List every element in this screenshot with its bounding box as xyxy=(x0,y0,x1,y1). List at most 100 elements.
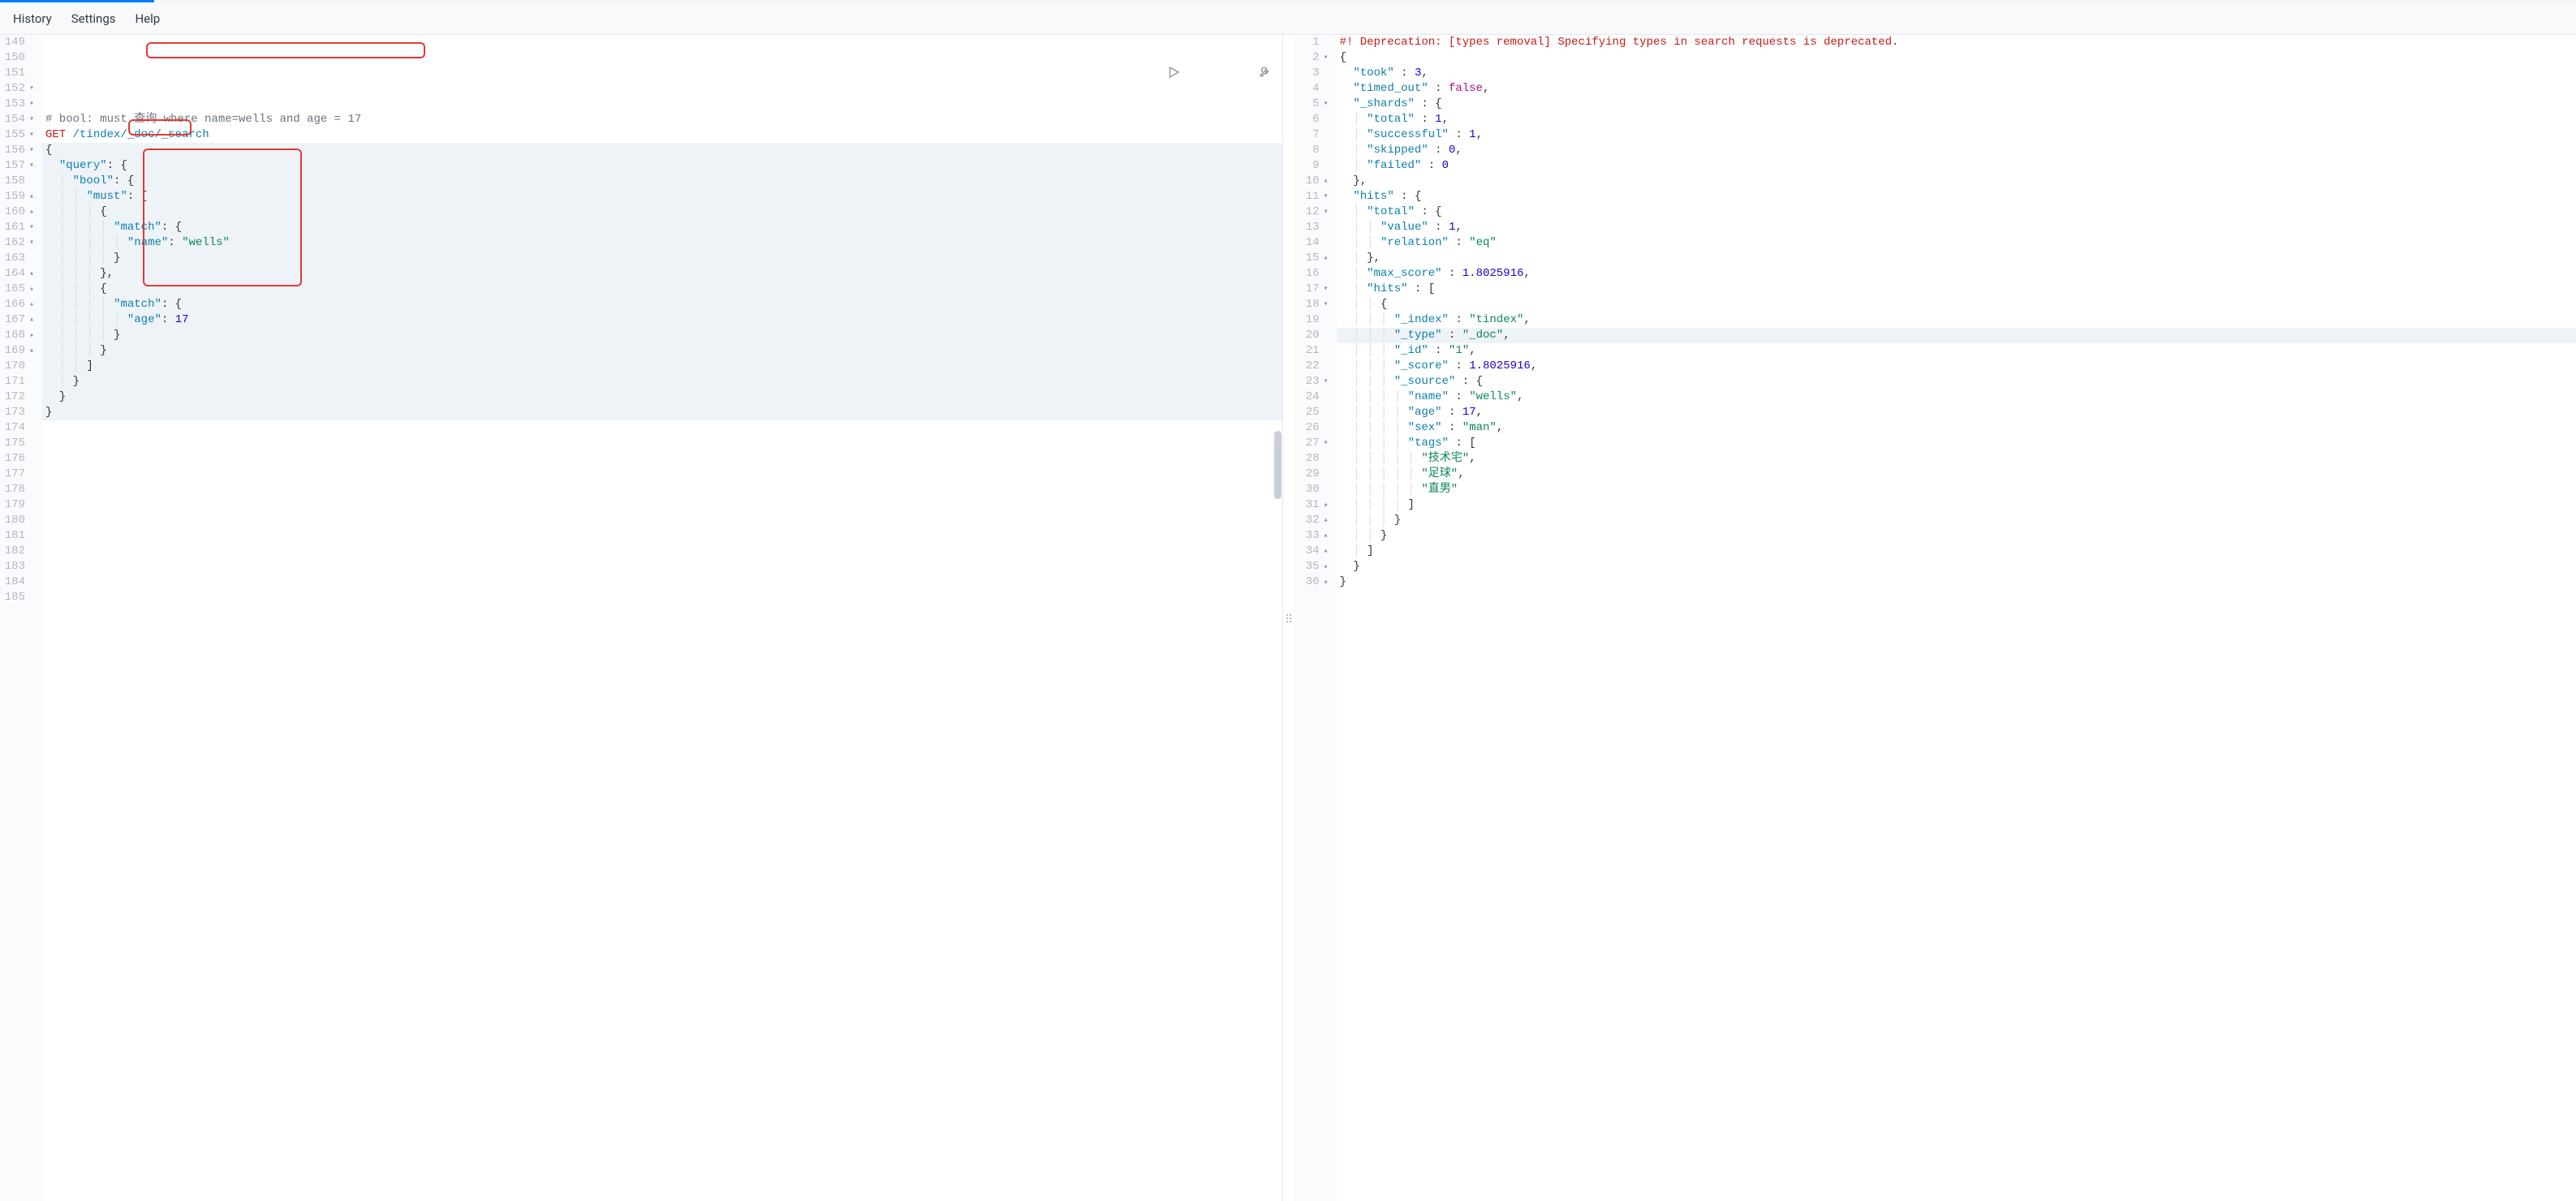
line-number[interactable]: 2▾ xyxy=(1298,50,1330,66)
line-number[interactable]: 32▴ xyxy=(1298,513,1330,528)
response-gutter[interactable]: 12▾345▾678910▴11▾12▾131415▴1617▾18▾19202… xyxy=(1294,35,1337,1201)
code-line[interactable]: │ │ │ "_index" : "tindex", xyxy=(1337,312,2576,328)
code-line[interactable]: │ }, xyxy=(1337,251,2576,266)
line-number[interactable]: 27▾ xyxy=(1298,436,1330,451)
run-query-icon[interactable] xyxy=(1098,50,1181,101)
code-line[interactable] xyxy=(42,436,1282,451)
code-line[interactable]: │ "failed" : 0 xyxy=(1337,158,2576,174)
code-line[interactable]: │ │ { xyxy=(1337,297,2576,312)
code-line[interactable]: │ │ │ │ │ "name": "wells" xyxy=(42,235,1282,251)
code-line[interactable]: "_shards" : { xyxy=(1337,97,2576,112)
line-number[interactable]: 16 xyxy=(1298,266,1330,282)
line-number[interactable]: 185 xyxy=(3,590,36,605)
line-number[interactable]: 15▴ xyxy=(1298,251,1330,266)
line-number[interactable]: 179 xyxy=(3,497,36,513)
line-number[interactable]: 182 xyxy=(3,544,36,559)
code-line[interactable]: │ │ │ }, xyxy=(42,266,1282,282)
code-line[interactable]: │ │ "relation" : "eq" xyxy=(1337,235,2576,251)
line-number[interactable]: 6 xyxy=(1298,112,1330,127)
code-line[interactable]: │ │ │ │ │ "足球", xyxy=(1337,467,2576,482)
code-line[interactable] xyxy=(42,528,1282,544)
line-number[interactable]: 162▾ xyxy=(3,235,36,251)
line-number[interactable]: 17▾ xyxy=(1298,282,1330,297)
code-line[interactable] xyxy=(42,482,1282,497)
line-number[interactable]: 167▴ xyxy=(3,312,36,328)
code-line[interactable]: │ │ │ │ │ "技术宅", xyxy=(1337,451,2576,467)
code-line[interactable] xyxy=(42,544,1282,559)
request-gutter[interactable]: 149150151152▾153▾154▾155▾156▾157▾158159▴… xyxy=(0,35,42,1201)
line-number[interactable]: 156▾ xyxy=(3,143,36,158)
line-number[interactable]: 14 xyxy=(1298,235,1330,251)
line-number[interactable]: 31▴ xyxy=(1298,497,1330,513)
code-line[interactable]: │ │ "value" : 1, xyxy=(1337,220,2576,235)
line-number[interactable]: 184 xyxy=(3,575,36,590)
line-number[interactable]: 154▾ xyxy=(3,112,36,127)
line-number[interactable]: 183 xyxy=(3,559,36,575)
code-line[interactable] xyxy=(42,97,1282,112)
line-number[interactable]: 153▾ xyxy=(3,97,36,112)
code-line[interactable]: } xyxy=(42,390,1282,405)
code-line[interactable]: │ │ │ "_source" : { xyxy=(1337,374,2576,390)
line-number[interactable]: 181 xyxy=(3,528,36,544)
code-line[interactable] xyxy=(42,513,1282,528)
code-line[interactable]: │ │ │ │ "tags" : [ xyxy=(1337,436,2576,451)
line-number[interactable]: 158 xyxy=(3,174,36,189)
line-number[interactable]: 35▴ xyxy=(1298,559,1330,575)
line-number[interactable]: 178 xyxy=(3,482,36,497)
line-number[interactable]: 23▾ xyxy=(1298,374,1330,390)
code-line[interactable]: │ │ │ │ "age" : 17, xyxy=(1337,405,2576,420)
line-number[interactable]: 33▴ xyxy=(1298,528,1330,544)
code-line[interactable]: │ │ │ │ } xyxy=(42,251,1282,266)
line-number[interactable]: 157▾ xyxy=(3,158,36,174)
code-line[interactable]: │ "total" : { xyxy=(1337,204,2576,220)
line-number[interactable]: 172 xyxy=(3,390,36,405)
code-line[interactable]: } xyxy=(42,405,1282,420)
code-line[interactable]: │ "skipped" : 0, xyxy=(1337,143,2576,158)
line-number[interactable]: 177 xyxy=(3,467,36,482)
code-line[interactable]: │ ] xyxy=(1337,544,2576,559)
line-number[interactable]: 159▴ xyxy=(3,189,36,204)
line-number[interactable]: 160▴ xyxy=(3,204,36,220)
line-number[interactable]: 169▴ xyxy=(3,343,36,359)
code-line[interactable]: │ │ ] xyxy=(42,359,1282,374)
code-line[interactable] xyxy=(42,636,1282,652)
code-line[interactable]: { xyxy=(1337,50,2576,66)
menu-help[interactable]: Help xyxy=(136,11,161,26)
code-line[interactable]: │ │ │ { xyxy=(42,282,1282,297)
code-line[interactable]: │ │ │ │ ] xyxy=(1337,497,2576,513)
code-line[interactable]: } xyxy=(1337,559,2576,575)
line-number[interactable]: 25 xyxy=(1298,405,1330,420)
code-line[interactable] xyxy=(42,497,1282,513)
line-number[interactable]: 34▴ xyxy=(1298,544,1330,559)
code-line[interactable] xyxy=(42,575,1282,590)
line-number[interactable]: 173 xyxy=(3,405,36,420)
code-line[interactable]: │ │ │ } xyxy=(42,343,1282,359)
line-number[interactable]: 174 xyxy=(3,420,36,436)
line-number[interactable]: 10▴ xyxy=(1298,174,1330,189)
code-line[interactable]: } xyxy=(1337,575,2576,590)
line-number[interactable]: 5▾ xyxy=(1298,97,1330,112)
code-line[interactable]: │ "max_score" : 1.8025916, xyxy=(1337,266,2576,282)
line-number[interactable]: 163 xyxy=(3,251,36,266)
line-number[interactable]: 150 xyxy=(3,50,36,66)
pane-splitter[interactable] xyxy=(1283,35,1294,1201)
line-number[interactable]: 21 xyxy=(1298,343,1330,359)
line-number[interactable]: 26 xyxy=(1298,420,1330,436)
line-number[interactable]: 18▾ xyxy=(1298,297,1330,312)
line-number[interactable]: 4 xyxy=(1298,81,1330,97)
menu-history[interactable]: History xyxy=(13,11,52,26)
code-line[interactable] xyxy=(42,451,1282,467)
code-line[interactable]: "timed_out" : false, xyxy=(1337,81,2576,97)
line-number[interactable]: 11▾ xyxy=(1298,189,1330,204)
code-line[interactable] xyxy=(42,467,1282,482)
line-number[interactable]: 166▴ xyxy=(3,297,36,312)
response-viewer[interactable]: #! Deprecation: [types removal] Specifyi… xyxy=(1337,35,2576,1201)
code-line[interactable]: "took" : 3, xyxy=(1337,66,2576,81)
wrench-icon[interactable] xyxy=(1189,50,1272,101)
code-line[interactable] xyxy=(42,559,1282,575)
code-line[interactable]: #! Deprecation: [types removal] Specifyi… xyxy=(1337,35,2576,50)
line-number[interactable]: 180 xyxy=(3,513,36,528)
code-line[interactable]: # bool: must 查询 where name=wells and age… xyxy=(42,112,1282,127)
code-line[interactable]: │ │ │ │ "sex" : "man", xyxy=(1337,420,2576,436)
line-number[interactable]: 12▾ xyxy=(1298,204,1330,220)
